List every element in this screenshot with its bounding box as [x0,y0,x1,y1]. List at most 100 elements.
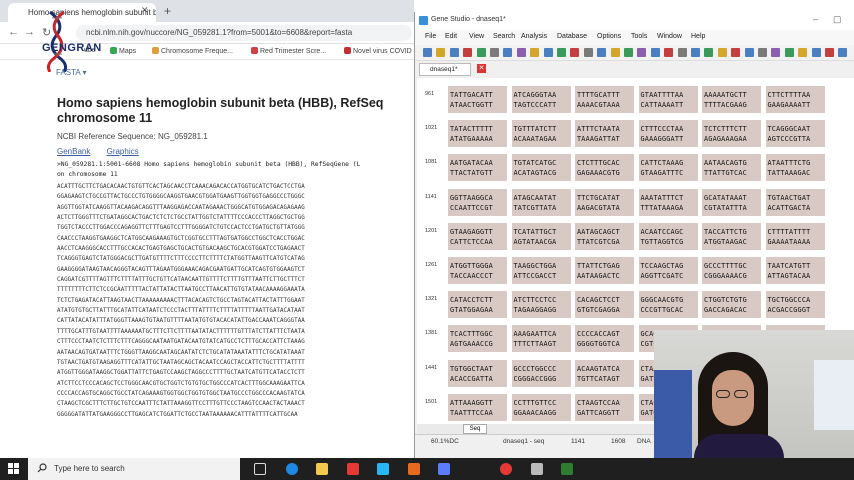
sequence-block[interactable]: TCACTTTGGC AGTGAAACCG [448,325,507,353]
menu-database[interactable]: Database [557,33,587,40]
sequence-block[interactable]: CACAGCTCCT GTGTCGAGGA [575,291,634,319]
sequence-block[interactable]: ATCAGGGTAA TAGTCCCATT [511,86,571,113]
toolbar-button-icon[interactable] [704,48,714,57]
sequence-block[interactable]: GGTTAAGGCA CCAATTCCGT [448,188,507,216]
toolbar-button-icon[interactable] [597,48,607,57]
toolbar-button-icon[interactable] [423,48,432,57]
store-icon[interactable] [377,463,389,475]
toolbar-button-icon[interactable] [583,48,593,57]
acrobat-icon[interactable] [347,463,359,475]
toolbar-button-icon[interactable] [664,48,674,57]
toolbar-button-icon[interactable] [691,48,700,57]
sequence-block[interactable]: TAAGGCTGGA ATTCCGACCT [511,257,571,284]
sequence-block[interactable]: ATAATTTCTG TATTAAAGAC [765,154,825,182]
minimize-icon[interactable]: – [813,14,818,24]
doc-tab[interactable]: dnaseq1* [419,63,471,76]
file-explorer-icon[interactable] [316,463,328,475]
back-icon[interactable]: ← [8,26,19,38]
sequence-block[interactable]: TATTGACATT ATAACTGGTT [448,86,507,113]
restore-icon[interactable]: ▢ [833,14,842,25]
toolbar-button-icon[interactable] [637,48,647,57]
sequence-block[interactable]: CTGGTCTGTG GACCAGACAC [702,291,761,319]
sequence-block[interactable]: CCTTTGTTCC GGAAACAAGG [511,393,571,421]
bookmark-maps[interactable]: Maps [110,47,136,55]
toolbar-button-icon[interactable] [677,48,687,57]
sequence-block[interactable]: TCAGGGCAAT AGTCCCGTTA [765,120,825,148]
sequence-block[interactable]: ATTAAAGGTT TAATTTCCAA [448,393,507,421]
sequence-block[interactable]: TCTCTTTCTT AGAGAAAGAA [702,120,761,148]
toolbar-button-icon[interactable] [530,48,540,57]
sequence-block[interactable]: ACAAGTATCA TGTTCATAGT [575,359,634,387]
toolbar-button-icon[interactable] [503,48,513,57]
toolbar-button-icon[interactable] [825,48,834,57]
menu-tools[interactable]: Tools [631,33,647,40]
toolbar-button-icon[interactable] [557,48,566,57]
sequence-block[interactable]: CCCCACCAGT GGGGTGGTCA [575,325,634,353]
calculator-icon[interactable] [531,463,543,475]
sequence-block[interactable]: TTTTGCATTT AAAACGTAAA [575,86,634,113]
bookmark-covid[interactable]: Novel virus COVID [344,47,412,55]
sequence-block[interactable]: ATTTCTAATA TAAAGATTAT [575,120,634,148]
windows-start-icon[interactable] [8,463,20,475]
sequence-block[interactable]: TTATTCTGAG AATAAGACTC [575,257,634,284]
firefox-icon[interactable] [408,463,420,475]
sequence-block[interactable]: CTCTTTGCAC GAGAAACGTG [575,154,634,182]
sequence-block[interactable]: TGTATCATGC ACATAGTACG [511,154,571,182]
sequence-block[interactable]: GTAAGAGGTT CATTCTCCAA [448,222,507,250]
seq-view-tab[interactable]: Seq [463,424,487,434]
toolbar-button-icon[interactable] [449,48,459,57]
tab-close-icon[interactable]: ✕ [141,5,149,16]
sequence-block[interactable]: TGCTGGCCCA ACGACCGGGT [765,291,825,319]
sequence-block[interactable]: CTTCTTTTAA GAAGAAAATT [765,86,825,113]
chrome-icon[interactable] [500,463,512,475]
url-input[interactable]: ncbi.nlm.nih.gov/nuccore/NG_059281.1?fro… [76,25,412,41]
menu-search[interactable]: Search [493,33,515,40]
sequence-block[interactable]: TGTGGCTAAT ACACCGATTA [448,359,507,387]
fasta-format-menu[interactable]: FASTA ▾ [56,68,87,77]
toolbar-button-icon[interactable] [744,48,754,57]
sequence-block[interactable]: TACCATTCTG ATGGTAAGAC [702,222,761,250]
menu-file[interactable]: File [425,33,436,40]
toolbar-button-icon[interactable] [771,48,781,57]
toolbar-button-icon[interactable] [758,48,767,57]
menu-help[interactable]: Help [691,33,705,40]
toolbar-button-icon[interactable] [624,48,633,57]
sequence-block[interactable]: AAAAATGCTT TTTTACGAAG [702,86,761,113]
sequence-block[interactable]: GTAATTTTAA CATTAAAATT [638,86,698,113]
toolbar-button-icon[interactable] [490,48,499,57]
sequence-block[interactable]: AATAGCAGCT TTATCGTCGA [575,222,634,250]
menu-view[interactable]: View [469,33,484,40]
sequence-block[interactable]: TATACTTTTT ATATGAAAAA [448,120,507,148]
sequence-block[interactable]: TGTTTATCTT ACAAATAGAA [511,120,571,148]
bookmark-trimester[interactable]: Red Trimester Scre... [251,47,326,55]
toolbar-button-icon[interactable] [811,48,821,57]
sequence-block[interactable]: GCCCTGGCCC CGGGACCGGG [511,359,571,387]
sequence-block[interactable]: TTCTGCATAT AAGACGTATA [575,188,634,216]
sequence-block[interactable]: TCATATTGCT AGTATAACGA [511,222,571,250]
task-view-icon[interactable] [254,463,266,475]
menu-window[interactable]: Window [657,33,682,40]
sequence-block[interactable]: CATTCTAAAG GTAAGATTTC [638,154,698,182]
sequence-block[interactable]: AAAGAATTCA TTTCTTAAGT [511,325,571,353]
sequence-block[interactable]: TGTAACTGAT ACATTGACTA [765,188,825,216]
sequence-block[interactable]: CTTTCCCTAA GAAAGGGATT [638,120,698,148]
toolbar-button-icon[interactable] [731,48,741,57]
app-icon[interactable] [438,463,450,475]
sequence-block[interactable]: GCCCTTTTGC CGGGAAAACG [702,257,761,284]
sequence-block[interactable]: GGGCAACGTG CCCGTTGCAC [638,291,698,319]
sequence-block[interactable]: AATAACAGTG TTATTGTCAC [702,154,761,182]
sequence-block[interactable]: ATGGTTGGGA TACCAACCCT [448,257,507,284]
toolbar-button-icon[interactable] [717,48,727,57]
taskbar-search[interactable]: Type here to search [28,458,240,480]
sequence-block[interactable]: CTTTTATTTT GAAAATAAAA [765,222,825,250]
genbank-link[interactable]: GenBank [57,147,90,156]
toolbar-button-icon[interactable] [798,48,808,57]
sequence-block[interactable]: GCATATAAAT CGTATATTTA [702,188,761,216]
sequence-block[interactable]: CATACCTCTT GTATGGAGAA [448,291,507,319]
gene-studio-taskbar-icon[interactable] [561,463,573,475]
sequence-block[interactable]: ACAATCCAGC TGTTAGGTCG [638,222,698,250]
toolbar-button-icon[interactable] [463,48,473,57]
toolbar-button-icon[interactable] [650,48,660,57]
menu-analysis[interactable]: Analysis [521,33,547,40]
sequence-block[interactable]: ATCTTCCTCC TAGAAGGAGG [511,291,571,319]
